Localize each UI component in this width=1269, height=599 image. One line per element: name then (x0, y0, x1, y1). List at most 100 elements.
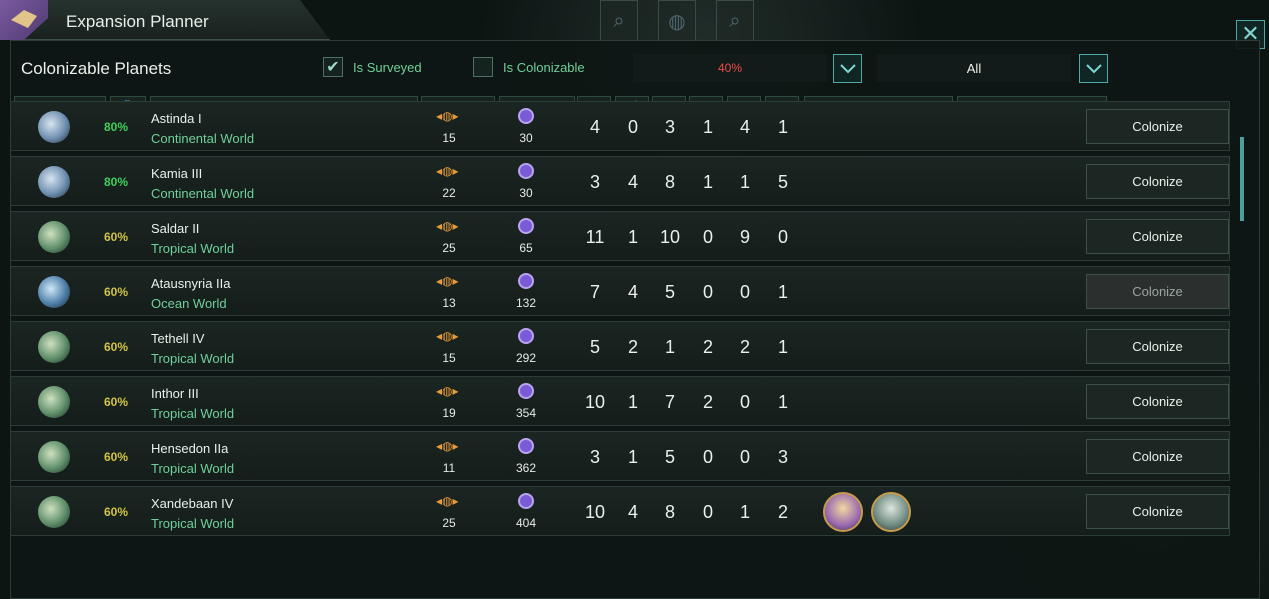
habitability-value: 60% (104, 450, 129, 464)
search-icon[interactable]: ⌕ (716, 0, 754, 42)
table-row[interactable]: 60% Xandebaan IV Tropical World ◂◍▸ 25 404 10 4… (10, 486, 1230, 536)
cost-value: 404 (515, 516, 537, 530)
cost-value: 362 (515, 461, 537, 475)
planet-icon (38, 496, 70, 528)
table-row[interactable]: 60% Atausnyria IIa Ocean World ◂◍▸ 13 132 7 4 5 0… (10, 266, 1230, 316)
planet-size-value: 13 (442, 296, 456, 310)
unity-value: 1 (777, 392, 788, 412)
planet-name: Atausnyria IIa (151, 276, 231, 291)
influence-value: 0 (739, 282, 750, 302)
energy-value: 1 (627, 392, 638, 412)
colonize-button[interactable]: Colonize (1086, 439, 1229, 474)
influence-value: 0 (739, 447, 750, 467)
colonize-button[interactable]: Colonize (1086, 384, 1229, 419)
is-colonizable-checkbox[interactable] (473, 57, 493, 77)
table-row[interactable]: 60% Hensedon IIa Tropical World ◂◍▸ 11 362 3 1 5… (10, 431, 1230, 481)
research-value: 0 (702, 447, 713, 467)
energy-value: 4 (627, 502, 638, 522)
minerals-value: 5 (664, 282, 675, 302)
minerals-value: 8 (664, 502, 675, 522)
colonize-button[interactable]: Colonize (1086, 109, 1229, 144)
unity-value: 2 (777, 502, 788, 522)
habitability-value: 60% (104, 505, 129, 519)
unity-value: 1 (777, 337, 788, 357)
is-surveyed-checkbox[interactable]: ✔ (323, 57, 343, 77)
unity-value: 1 (777, 117, 788, 137)
food-value: 3 (589, 172, 600, 192)
landscape-modifier-icon[interactable] (823, 492, 863, 532)
crystal-spire-modifier-icon[interactable] (871, 492, 911, 532)
research-value: 1 (702, 117, 713, 137)
food-value: 11 (585, 227, 605, 247)
table-row[interactable]: 60% Inthor III Tropical World ◂◍▸ 19 354 10 1 7 2… (10, 376, 1230, 426)
food-value: 5 (589, 337, 600, 357)
habitability-value: 80% (104, 120, 129, 134)
influence-cost-icon (518, 438, 534, 454)
research-value: 0 (702, 282, 713, 302)
is-colonizable-filter[interactable]: Is Colonizable (473, 57, 585, 77)
colonize-button[interactable]: Colonize (1086, 219, 1229, 254)
food-value: 10 (584, 502, 606, 522)
habitability-dropdown-button[interactable] (833, 54, 862, 83)
food-value: 7 (589, 282, 600, 302)
habitability-value: 60% (104, 285, 129, 299)
cost-value: 65 (519, 241, 533, 255)
planet-icon (38, 166, 70, 198)
search-icon[interactable]: ⌕ (600, 0, 638, 42)
planet-class-label: Tropical World (151, 406, 235, 421)
planet-size-icon: ◂◍▸ (436, 274, 459, 288)
colonize-button[interactable]: Colonize (1086, 274, 1229, 309)
habitability-value: 80% (104, 175, 129, 189)
planet-name: Xandebaan IV (151, 496, 234, 511)
table-row[interactable]: 60% Tethell IV Tropical World ◂◍▸ 15 292 5 2 1 2 2… (10, 321, 1230, 371)
influence-cost-icon (518, 163, 534, 179)
planet-icon (38, 386, 70, 418)
planet-icon (38, 441, 70, 473)
table-row[interactable]: 80% Astinda I Continental World ◂◍▸ 15 30 4 0 3 1… (10, 101, 1230, 151)
colonize-button[interactable]: Colonize (1086, 164, 1229, 199)
planet-class-label: Tropical World (151, 461, 235, 476)
planet-size-value: 15 (442, 131, 456, 145)
cost-value: 354 (515, 406, 537, 420)
colonize-button[interactable]: Colonize (1086, 329, 1229, 364)
planet-class-label: Tropical World (151, 241, 235, 256)
energy-value: 2 (627, 337, 638, 357)
planet-class-label: Tropical World (151, 351, 235, 366)
energy-value: 1 (627, 227, 638, 247)
cost-value: 30 (519, 186, 533, 200)
minerals-value: 1 (664, 337, 675, 357)
influence-cost-icon (518, 273, 534, 289)
globe-icon[interactable]: ◍ (658, 0, 696, 42)
planet-name: Hensedon IIa (151, 441, 229, 456)
planet-size-icon: ◂◍▸ (436, 109, 459, 123)
planet-icon (38, 111, 70, 143)
planet-class-label: Continental World (151, 131, 255, 146)
unity-value: 1 (777, 282, 788, 302)
influence-value: 1 (739, 172, 750, 192)
planet-name: Inthor III (151, 386, 199, 401)
planet-size-icon: ◂◍▸ (436, 164, 459, 178)
planet-size-icon: ◂◍▸ (436, 329, 459, 343)
planet-name: Astinda I (151, 111, 202, 126)
category-filter-value[interactable]: All (877, 54, 1071, 82)
food-value: 3 (589, 447, 600, 467)
influence-cost-icon (518, 218, 534, 234)
category-dropdown-button[interactable] (1079, 54, 1108, 83)
minerals-value: 10 (659, 227, 681, 247)
colonize-button[interactable]: Colonize (1086, 494, 1229, 529)
table-row[interactable]: 80% Kamia III Continental World ◂◍▸ 22 30 3 4 8 1… (10, 156, 1230, 206)
planet-size-icon: ◂◍▸ (436, 219, 459, 233)
top-toolbar: ⌕ ◍ ⌕ (600, 0, 754, 42)
is-surveyed-filter[interactable]: ✔ Is Surveyed (323, 57, 422, 77)
planet-name: Kamia III (151, 166, 203, 181)
table-row[interactable]: 60% Saldar II Tropical World ◂◍▸ 25 65 11 1 10 0 9… (10, 211, 1230, 261)
influence-cost-icon (518, 493, 534, 509)
minerals-value: 3 (664, 117, 675, 137)
planet-size-icon: ◂◍▸ (436, 494, 459, 508)
influence-cost-icon (518, 108, 534, 124)
list-scrollbar[interactable] (1240, 137, 1244, 221)
planet-size-icon: ◂◍▸ (436, 384, 459, 398)
influence-value: 0 (739, 392, 750, 412)
habitability-filter-value[interactable]: 40% (633, 54, 827, 82)
unity-value: 0 (777, 227, 788, 247)
